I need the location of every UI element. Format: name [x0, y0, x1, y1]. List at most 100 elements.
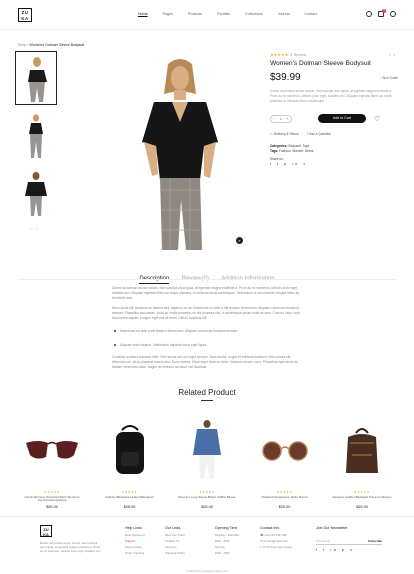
product-card[interactable]: ★★★★★ Candy Womens Oversized Retro Women…: [18, 418, 86, 509]
cart-count-badge: 0: [382, 9, 386, 13]
product-card-name[interactable]: Women's Long Sleeve Button Chiffon Blous…: [173, 495, 241, 504]
site-logo[interactable]: ZU KA: [18, 8, 32, 22]
leather-backpack-image: [346, 428, 378, 473]
product-card-price: $25.00: [123, 504, 136, 509]
buy-row: − 1 + Add to Cart ♡: [270, 114, 398, 123]
delivery-return-label: Delivery & Return: [273, 132, 299, 136]
nav-item-collections[interactable]: Collections: [245, 12, 263, 16]
newsletter-email-input[interactable]: Your Email Subscribe: [316, 539, 382, 545]
vimeo-icon[interactable]: v: [350, 548, 354, 552]
add-to-cart-button[interactable]: Add to Cart: [318, 114, 366, 123]
search-icon[interactable]: [366, 11, 372, 17]
product-card-name[interactable]: Polarized Sunglasses, Retro Round: [251, 495, 319, 504]
cart-icon[interactable]: 0: [378, 9, 386, 17]
header-icons: 0: [366, 9, 396, 17]
footer-opening-time: Opening Time Monday - Saturday 9AM - 6PM…: [215, 525, 239, 556]
share-label: Share us:: [270, 157, 284, 161]
twitter-icon[interactable]: t: [323, 548, 327, 552]
nav-item-products[interactable]: Products: [188, 12, 202, 16]
product-card[interactable]: ★★★★★ Designer Leather Backpack Purse fo…: [328, 418, 396, 509]
product-card-stars: ★★★★★: [276, 490, 293, 494]
product-card-image[interactable]: [18, 418, 86, 482]
thumbnail-2[interactable]: [16, 110, 56, 162]
twitter-icon[interactable]: t: [277, 162, 281, 166]
categories-label: Categories:: [270, 144, 288, 148]
subscribe-button[interactable]: Subscribe: [368, 539, 382, 543]
product-card-price: $25.00: [278, 504, 291, 509]
breadcrumb-shop[interactable]: Shop: [18, 43, 26, 47]
footer-our-links: Our Links Meet Our Team Contact Us Payme…: [165, 525, 185, 556]
pinterest-icon[interactable]: p: [342, 548, 347, 552]
product-card-image[interactable]: [328, 418, 396, 482]
pinterest-icon[interactable]: p: [284, 162, 289, 166]
related-product-list: ★★★★★ Candy Womens Oversized Retro Women…: [18, 418, 396, 509]
footer-about: Donec accumsan auctor iaculis. Sed susci…: [40, 541, 102, 554]
thumbnail-next-arrow[interactable]: ›: [36, 226, 42, 231]
blouse-model-image: [193, 420, 221, 479]
product-card[interactable]: ★★★★★ Fashion Backpack Ladies Waterproof…: [96, 418, 164, 509]
breadcrumb-current: Women's Dolman Sleeve Bodysuit: [29, 43, 85, 47]
size-guide-label: Size Guide: [382, 76, 398, 80]
footer-link[interactable]: Order Tracking: [125, 550, 145, 556]
footer-logo[interactable]: ZU KA: [40, 525, 52, 537]
newsletter-title: Join Our Newsletter: [316, 526, 348, 530]
product-meta: Categories: Bodysuit, Tops Tags: Fashion…: [270, 144, 398, 154]
ask-question-label: Ask a Question: [309, 132, 331, 136]
nav-item-portfolio[interactable]: Portfolio: [217, 12, 230, 16]
vimeo-icon[interactable]: v: [303, 162, 307, 166]
footer-contact-title: Contact Info: [260, 526, 280, 530]
thumbnail-model-full: [29, 114, 43, 158]
instagram-icon[interactable]: in: [330, 548, 338, 552]
user-icon[interactable]: [390, 11, 396, 17]
size-guide-link[interactable]: ⌂ Size Guide: [380, 76, 398, 80]
qty-plus-button[interactable]: +: [287, 117, 289, 121]
product-card-image[interactable]: [96, 418, 164, 482]
tab-divider: [18, 279, 396, 280]
next-product-arrow[interactable]: ›: [394, 52, 398, 57]
contact-address-value: 74 W Drive New Street: [262, 545, 292, 549]
product-title: Women's Dolman Sleeve Bodysuit: [270, 60, 371, 67]
tags-value[interactable]: Fashion, Women, Dress: [279, 149, 313, 153]
qty-value[interactable]: 1: [280, 117, 282, 121]
product-card-name[interactable]: Designer Leather Backpack Purse for Wome…: [328, 495, 396, 504]
nav-item-contact[interactable]: Contact: [305, 12, 317, 16]
main-product-image[interactable]: [100, 50, 260, 258]
nav-item-pages[interactable]: Pages: [163, 12, 173, 16]
product-social-icons: f t p in v: [270, 162, 398, 166]
nav-item-journal[interactable]: Journal: [278, 12, 290, 16]
product-card-price: $25.00: [356, 504, 368, 509]
product-card-price: $25.00: [201, 504, 213, 509]
qty-minus-button[interactable]: −: [273, 117, 275, 121]
thumbnail-model-front: [28, 57, 47, 102]
ask-question-link[interactable]: ? Ask a Question: [307, 132, 331, 136]
thumbnail-1[interactable]: [15, 51, 57, 105]
backpack-image: [115, 425, 144, 474]
product-card[interactable]: ★★★★★ Women's Long Sleeve Button Chiffon…: [173, 418, 241, 509]
linkedin-icon[interactable]: in: [292, 162, 300, 166]
footer-link[interactable]: Shipping Policy: [165, 550, 185, 556]
description-paragraph-1: Donec accumsan auctor iaculis. Sed susci…: [112, 286, 300, 300]
product-photo: [142, 59, 218, 250]
product-rating: ★★★★★ 1 Review: [270, 52, 398, 57]
product-card-name[interactable]: Fashion Backpack Ladies Waterproof: [96, 495, 164, 504]
delivery-return-link[interactable]: ▭ Delivery & Return: [270, 132, 299, 136]
zoom-icon[interactable]: ⌕: [236, 237, 243, 244]
heart-icon[interactable]: ♡: [374, 115, 380, 123]
product-extra-links: ▭ Delivery & Return ? Ask a Question: [270, 132, 398, 136]
nav-item-home[interactable]: Home: [138, 12, 148, 16]
product-card[interactable]: ★★★★★ Polarized Sunglasses, Retro Round …: [251, 418, 319, 509]
thumbnail-list: [15, 51, 57, 226]
facebook-icon[interactable]: f: [270, 162, 274, 166]
quantity-stepper[interactable]: − 1 +: [270, 114, 292, 123]
categories-value[interactable]: Bodysuit, Tops: [288, 144, 309, 148]
tab-description[interactable]: Description: [139, 276, 170, 284]
product-card-stars: ★★★★★: [354, 490, 370, 494]
facebook-icon[interactable]: f: [316, 548, 320, 552]
thumbnail-3[interactable]: [16, 168, 56, 220]
opening-hours: 9AM - 2PM: [215, 551, 230, 555]
product-card-image[interactable]: [251, 418, 319, 482]
product-card-name[interactable]: Candy Womens Oversized Retro Women's Ove…: [18, 495, 86, 504]
related-title-underline: [201, 400, 213, 401]
review-count[interactable]: 1 Review: [291, 53, 307, 57]
product-card-image[interactable]: [173, 418, 241, 482]
